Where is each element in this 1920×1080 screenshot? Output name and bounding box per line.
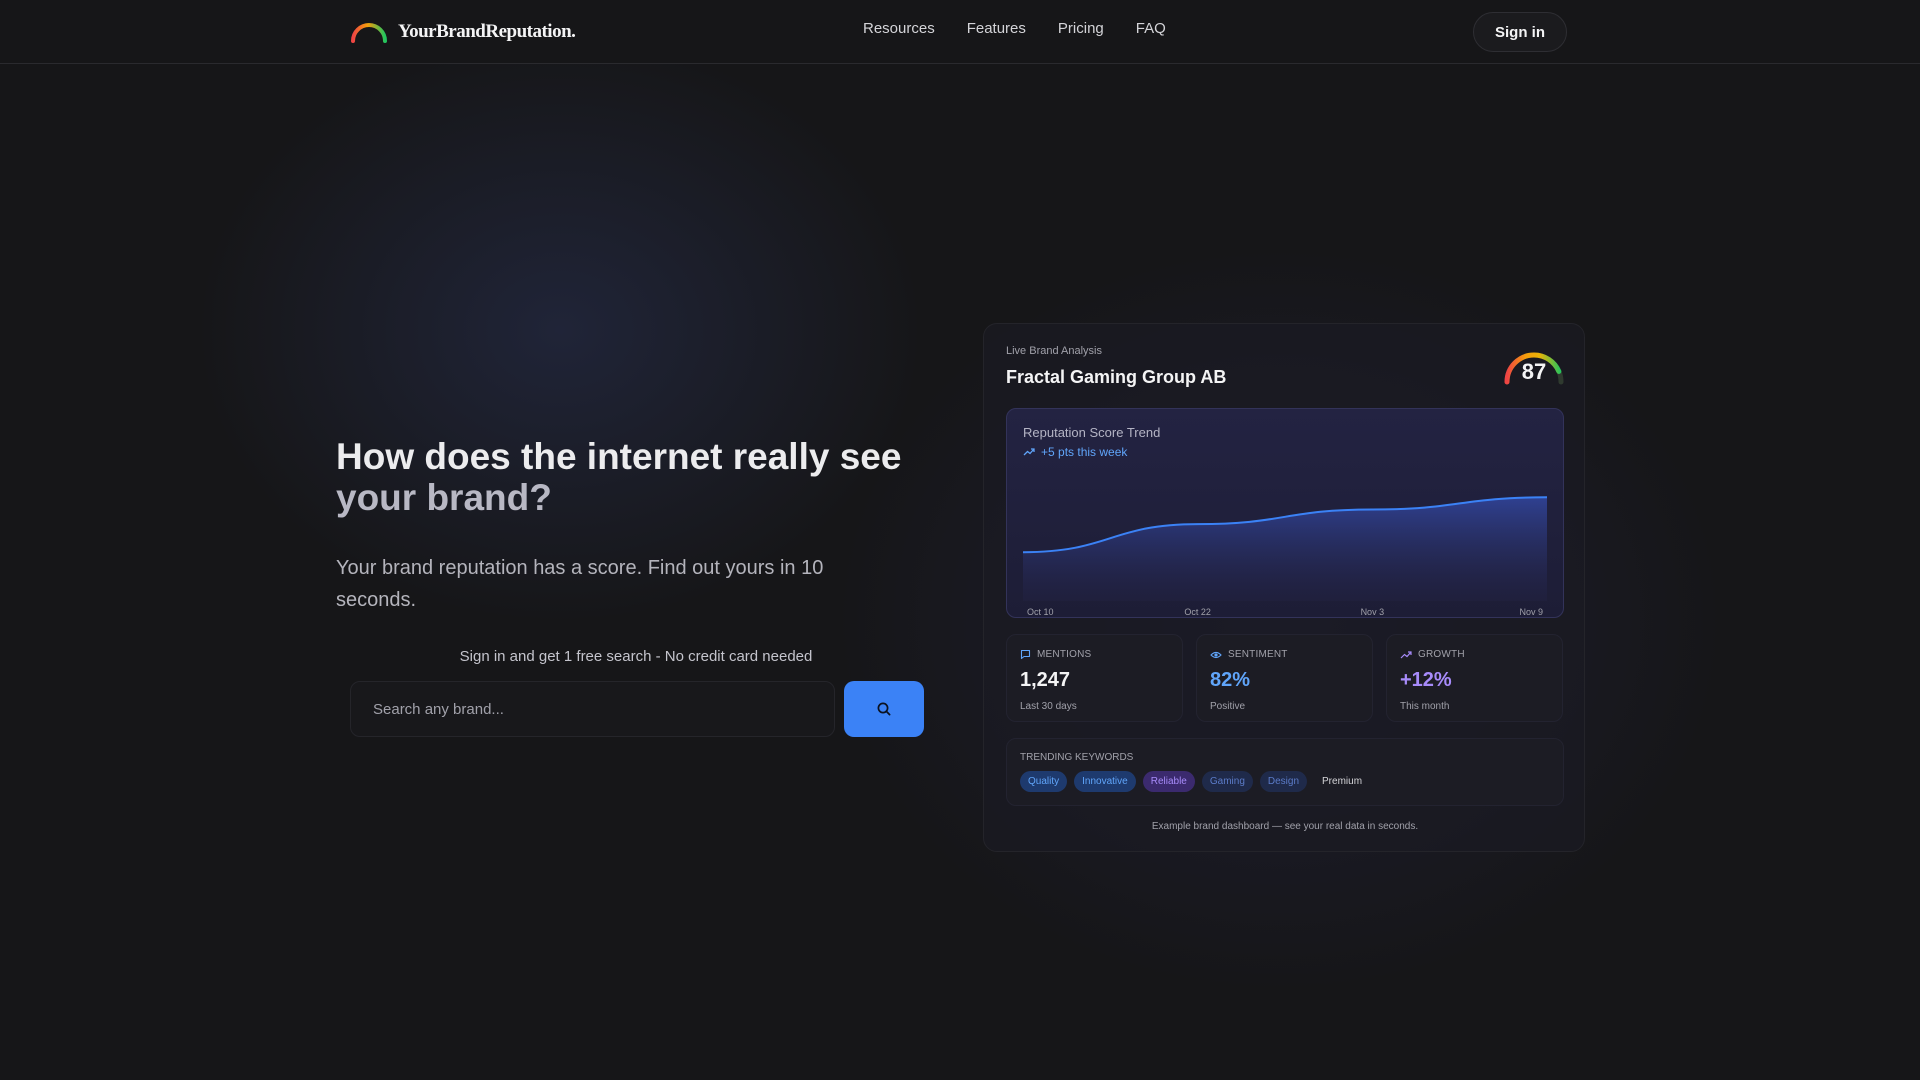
reputation-trend-chart: Oct 10 Oct 22 Nov 3 Nov 9 Reputation Score … (1006, 408, 1564, 618)
trend-delta-text: +5 pts this week (1041, 445, 1128, 459)
stat-card-sentiment: SENTIMENT 82% Positive (1196, 634, 1373, 722)
keyword-chip[interactable]: Innovative (1074, 771, 1136, 792)
keyword-list: Quality Innovative Reliable Gaming Desig… (1020, 771, 1370, 792)
dashboard-brand-name: Fractal Gaming Group AB (1006, 367, 1227, 387)
top-nav: YourBrandReputation. Resources Features … (0, 0, 1920, 64)
x-tick-label: Nov 9 (1519, 607, 1543, 617)
nav-link-features[interactable]: Features (967, 20, 1026, 37)
stat-label: SENTIMENT (1228, 649, 1288, 660)
stat-value: 1,247 (1020, 669, 1071, 691)
hero-title-line2: your brand? (336, 477, 552, 518)
free-search-note: Sign in and get 1 free search - No credi… (459, 648, 813, 665)
reputation-score-value: 87 (1521, 359, 1547, 384)
chat-bubble-icon (1020, 649, 1031, 660)
gauge-logo-icon (351, 23, 387, 43)
keyword-chip[interactable]: Reliable (1142, 771, 1195, 792)
nav-link-faq[interactable]: FAQ (1136, 20, 1166, 37)
chart-title: Reputation Score Trend (1023, 425, 1161, 440)
stat-caption: Positive (1210, 701, 1246, 712)
stat-value: 82% (1210, 669, 1251, 691)
search-box (350, 681, 835, 737)
trending-up-icon (1023, 448, 1035, 456)
page: YourBrandReputation. Resources Features … (0, 0, 1920, 1080)
keyword-chip[interactable]: Design (1259, 771, 1308, 792)
x-tick-label: Oct 22 (1184, 607, 1211, 617)
stat-card-growth: GROWTH +12% This month (1386, 634, 1563, 722)
keywords-title: TRENDING KEYWORDS (1020, 752, 1134, 763)
trend-area (1023, 497, 1547, 601)
card-eyebrow: Live Brand Analysis (1006, 345, 1102, 357)
hero-subtitle: Your brand reputation has a score. Find … (336, 557, 824, 611)
nav-link-pricing[interactable]: Pricing (1058, 20, 1104, 37)
brand-dashboard-card: Live Brand Analysis Fractal Gaming Group… (983, 323, 1585, 852)
nav-link-resources[interactable]: Resources (863, 20, 935, 37)
x-tick-label: Nov 3 (1361, 607, 1385, 617)
stat-header: SENTIMENT (1210, 649, 1288, 660)
keyword-chip[interactable]: Premium (1314, 771, 1370, 792)
keyword-chip[interactable]: Gaming (1201, 771, 1253, 792)
stat-label: GROWTH (1418, 649, 1465, 660)
keyword-chip[interactable]: Quality (1020, 771, 1068, 792)
stat-caption: This month (1400, 701, 1450, 712)
nav-links: Resources Features Pricing FAQ (863, 20, 1166, 37)
stat-value: +12% (1400, 669, 1452, 691)
sign-in-button[interactable]: Sign in (1473, 12, 1567, 52)
stat-card-mentions: MENTIONS 1,247 Last 30 days (1006, 634, 1183, 722)
reputation-score-gauge: 87 (1502, 346, 1566, 386)
brand-name: YourBrandReputation. (398, 21, 576, 42)
hero-title: How does the internet really see your br… (336, 436, 936, 518)
dashboard-footnote: Example brand dashboard — see your real … (1151, 821, 1419, 832)
stat-caption: Last 30 days (1020, 701, 1077, 712)
eye-icon (1210, 651, 1222, 658)
stat-header: MENTIONS (1020, 649, 1091, 660)
search-icon (877, 702, 891, 716)
trending-up-icon (1400, 650, 1412, 658)
stat-label: MENTIONS (1037, 649, 1092, 660)
brand-logo[interactable]: YourBrandReputation. (350, 18, 576, 46)
brand-search-input[interactable] (351, 682, 834, 736)
search-button[interactable] (844, 681, 924, 737)
hero-title-line1: How does the internet really see (336, 436, 902, 477)
trend-delta: +5 pts this week (1023, 445, 1127, 459)
x-tick-label: Oct 10 (1027, 607, 1054, 617)
stat-header: GROWTH (1400, 649, 1465, 660)
trending-keywords: TRENDING KEYWORDS Quality Innovative Rel… (1006, 738, 1564, 806)
trend-plot: Oct 10 Oct 22 Nov 3 Nov 9 (1022, 496, 1548, 617)
